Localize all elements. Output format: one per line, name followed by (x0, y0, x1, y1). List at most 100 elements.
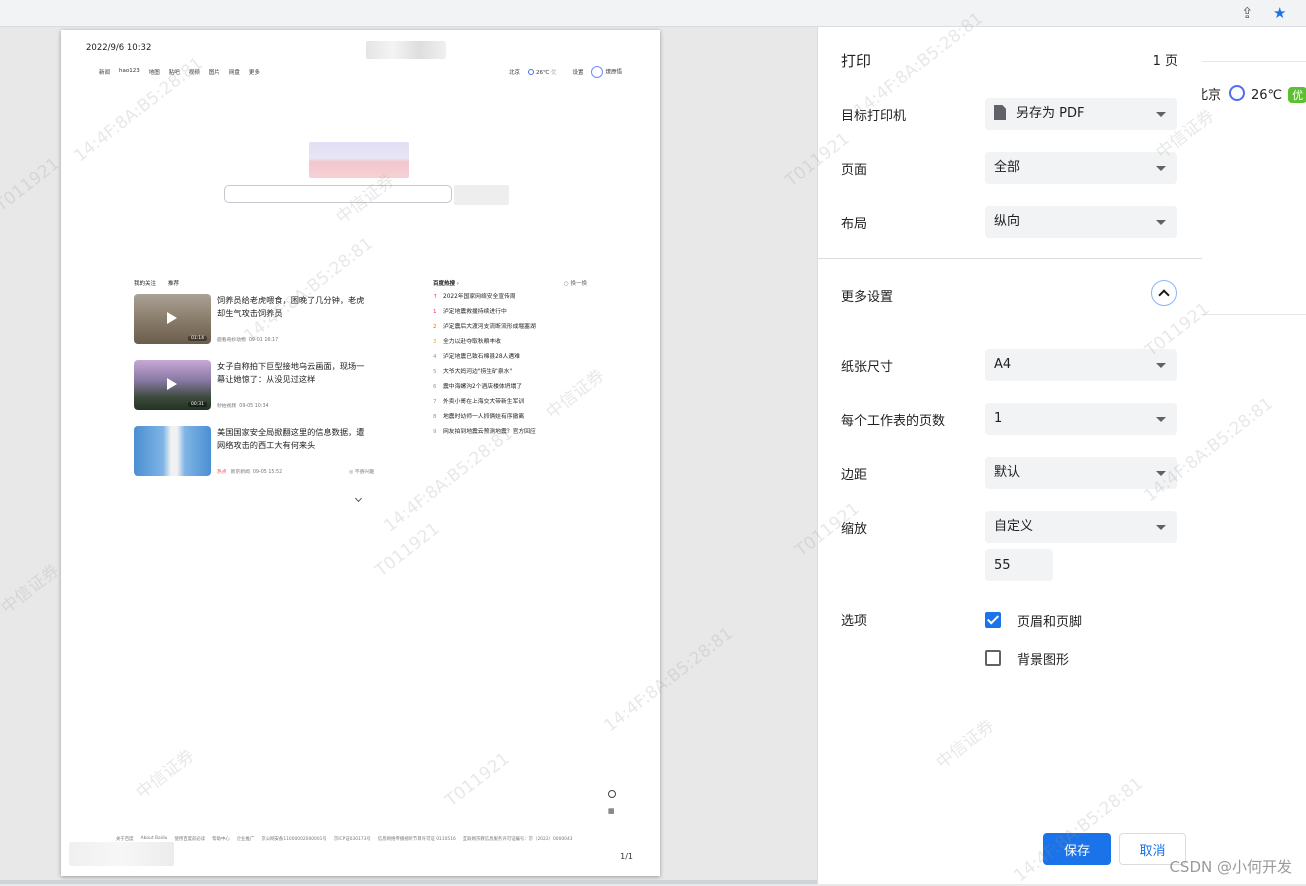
layout-select[interactable]: 纵向 (985, 206, 1177, 238)
hot-search-item: 1 泸定地震救援持续进行中 (433, 309, 507, 315)
preview-datetime: 2022/9/6 10:32 (86, 43, 152, 53)
play-icon (167, 312, 177, 324)
feed-time: 09-05 15:52 (252, 470, 283, 475)
hot-search-list: ↑ 2022年国家网络安全宣传周 1 泸定地震救援持续进行中 2 泸定震后大渡河支流断… (433, 291, 603, 441)
play-icon (167, 378, 177, 390)
footer-link: 使用百度前必读 (174, 837, 206, 842)
video-duration: 01:14 (188, 336, 207, 341)
refresh-link: ○ 换一换 (563, 281, 587, 287)
user: 燎原悟 (591, 66, 622, 78)
hot-search-title: 百度热搜 (433, 281, 456, 287)
pages-per-sheet-label: 每个工作表的页数 (841, 414, 946, 429)
feedback-icon (608, 790, 616, 798)
eye-icon: ◎ (349, 470, 354, 475)
weather: 26℃ 优 (528, 68, 556, 76)
scale-label: 缩放 (841, 522, 868, 537)
hot-search-item: 8 地震时幼师一人抓俩娃有序撤离 (433, 414, 525, 420)
more-settings-toggle[interactable] (1151, 280, 1177, 306)
feed-thumbnail: 00:31 (134, 360, 211, 410)
footer-link: 互联网宗教信息服务许可证编号：京（2022）0000043 (462, 837, 573, 842)
chevron-down-icon (354, 494, 363, 503)
blurred-logo (309, 142, 409, 178)
refresh-icon: ○ (563, 281, 569, 287)
qr-code-icon: ▦ (608, 807, 615, 815)
layout-label: 布局 (841, 217, 868, 232)
margins-label: 边距 (841, 468, 868, 483)
footer-link: 帮助中心 (212, 837, 230, 842)
feed-tab: 推荐 (168, 281, 180, 287)
divider (1201, 61, 1306, 62)
panel-title: 打印 (841, 52, 872, 70)
footer-link: 企业推广 (236, 837, 255, 842)
headers-footers-label: 页眉和页脚 (1017, 615, 1083, 630)
hot-search-item: 6 震中海螺沟2个酒店楼体坍塌了 (433, 384, 523, 390)
headers-footers-checkbox[interactable] (985, 612, 1001, 628)
watermark: T011921 (0, 153, 64, 217)
hot-search-item: 9 网友拍到地震云预测地震？官方回应 (433, 429, 536, 435)
feed-tabs: 我的关注 推荐 (134, 279, 179, 287)
feed-meta: 秒拍视频 09-05 10:34 (217, 402, 269, 409)
feed-title: 女子自称拍下巨型接地乌云画面，现场一幕让她惊了：从没见过这样 (217, 361, 365, 384)
footer-link: 信息网络传播视听节目许可证 0110516 (377, 837, 456, 842)
user-name: 燎原悟 (605, 69, 622, 76)
pages-label: 页面 (841, 163, 868, 178)
more-settings-label: 更多设置 (841, 290, 894, 305)
hot-search-item: 7 外卖小哥在上海交大带新生军训 (433, 399, 525, 405)
paper-size-select[interactable]: A4 (985, 349, 1177, 381)
background-page: 北京 26℃ 优 (1195, 27, 1306, 884)
sun-icon (1229, 85, 1246, 101)
hot-search-item: ↑ 2022年国家网络安全宣传周 (433, 294, 516, 300)
pages-select[interactable]: 全部 (985, 152, 1177, 184)
print-preview-sheet: 2022/9/6 10:32 新闻 hao123 地图 贴吧 视频 图片 网盘 … (61, 30, 660, 876)
share-icon[interactable]: ⇪ (1241, 4, 1254, 22)
csdn-credit: CSDN @小何开发 (1169, 858, 1292, 876)
feed-source: 新京新闻 (230, 470, 250, 475)
hot-search-header: 百度热搜 › ○ 换一换 (433, 279, 587, 289)
hot-search-item: 5 大爷大妈河边"捞生矿泉水" (433, 369, 513, 375)
preview-top-right: 北京 26℃ 优 设置 燎原悟 (509, 66, 622, 78)
browser-toolbar: ⇪ ★ (0, 0, 1306, 27)
temperature: 26℃ (1251, 88, 1283, 103)
nav-item: 地图 (148, 70, 160, 76)
pages-per-sheet-select[interactable]: 1 (985, 403, 1177, 435)
blurred-url (69, 842, 174, 866)
hot-search-item: 3 全力以赴夺取秋粮丰收 (433, 339, 501, 345)
feed-tab: 我的关注 (134, 281, 157, 287)
blurred-title (366, 41, 446, 59)
footer-link: 京公网安备11000002000001号 (261, 837, 327, 842)
feed-source: 鹿看奇妙动物 (217, 338, 246, 343)
destination-label: 目标打印机 (841, 109, 907, 124)
watermark: 中信证券 (0, 560, 64, 619)
divider (1201, 314, 1306, 315)
margins-select[interactable]: 默认 (985, 457, 1177, 489)
preview-nav: 新闻 hao123 地图 贴吧 视频 图片 网盘 更多 (99, 68, 260, 76)
video-duration: 00:31 (188, 402, 207, 407)
nav-item: 图片 (208, 70, 220, 76)
feed-item: 美国国家安全局掀翻这里的信息数据，遭网络攻击的西工大有何来头 热点 新京新闻 09… (134, 426, 374, 478)
save-button[interactable]: 保存 (1043, 833, 1111, 865)
air-quality: 优 (550, 70, 557, 76)
temperature: 26℃ (536, 70, 550, 76)
nav-item: 贴吧 (168, 70, 180, 76)
divider (818, 258, 1202, 259)
air-quality-badge: 优 (1288, 87, 1306, 103)
hot-search-panel: 百度热搜 › ○ 换一换 ↑ 2022年国家网络安全宣传周 1 泸定地震救援持续进行… (433, 279, 587, 435)
preview-footer: 关于百度 About Baidu 使用百度前必读 帮助中心 企业推广 京公网安备… (116, 836, 573, 842)
feed-time: 09-05 10:34 (239, 404, 269, 409)
taskbar-strip (0, 880, 817, 884)
background-graphics-label: 背景图形 (1017, 653, 1070, 668)
bookmark-star-icon[interactable]: ★ (1273, 4, 1286, 22)
nav-item: 视频 (188, 70, 200, 76)
avatar (591, 66, 604, 78)
feed-item: 00:31 女子自称拍下巨型接地乌云画面，现场一幕让她惊了：从没见过这样 秒拍视… (134, 360, 374, 412)
scale-select[interactable]: 自定义 (985, 511, 1177, 543)
file-icon (994, 105, 1006, 120)
scale-input[interactable] (985, 549, 1053, 581)
nav-item: 新闻 (99, 70, 111, 76)
background-graphics-checkbox[interactable] (985, 650, 1001, 666)
footer-link: 京ICP证030173号 (333, 837, 371, 842)
hot-tag: 热点 (217, 470, 227, 475)
destination-select[interactable]: 另存为 PDF (985, 98, 1177, 130)
feed-thumbnail (134, 426, 211, 476)
dislike-link: ◎ 不感兴趣 (349, 470, 374, 475)
